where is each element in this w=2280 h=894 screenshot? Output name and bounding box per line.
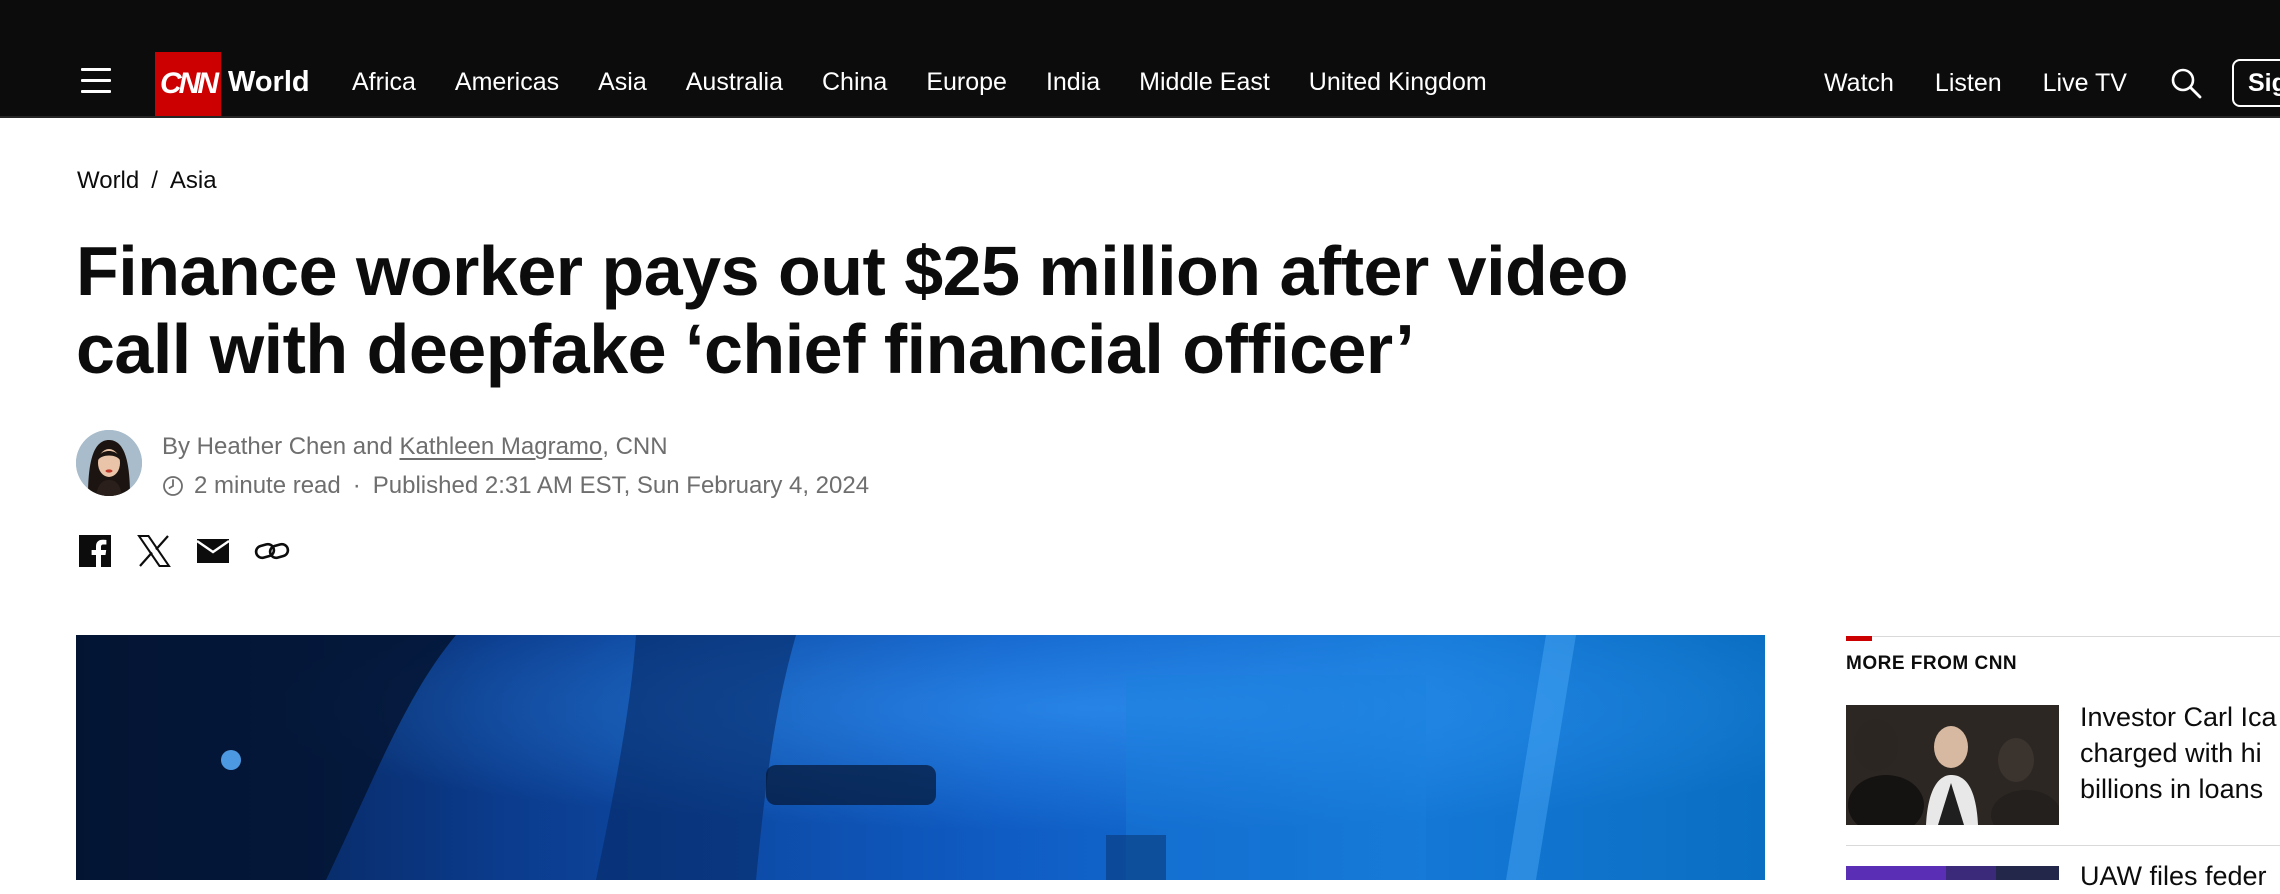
rail-title: MORE FROM CNN xyxy=(1846,653,2018,674)
nav-item-europe[interactable]: Europe xyxy=(926,68,1007,97)
email-icon[interactable] xyxy=(195,533,231,569)
nav-item-americas[interactable]: Americas xyxy=(455,68,559,97)
rail-story-1-line-3: billions in loans xyxy=(2080,774,2264,804)
nav-item-middle-east[interactable]: Middle East xyxy=(1139,68,1270,97)
rail-story-1-line-1: Investor Carl Ica xyxy=(2080,702,2277,732)
breadcrumb-world[interactable]: World xyxy=(77,167,139,194)
byline-prefix: By Heather Chen and xyxy=(162,433,400,460)
rail-divider xyxy=(1846,845,2280,846)
cnn-logo[interactable]: CNN xyxy=(155,52,221,116)
utility-nav: Watch Listen Live TV xyxy=(1824,69,2168,98)
breadcrumb-separator: / xyxy=(151,167,158,194)
nav-item-united-kingdom[interactable]: United Kingdom xyxy=(1309,68,1487,97)
section-nav: Africa Americas Asia Australia China Eur… xyxy=(352,68,1526,97)
rail-story-2-headline[interactable]: UAW files feder xyxy=(2080,858,2280,894)
clock-icon xyxy=(163,476,183,496)
meta-separator: · xyxy=(352,472,361,499)
search-icon[interactable] xyxy=(2170,67,2202,99)
headline-line-1: Finance worker pays out $25 million afte… xyxy=(76,232,1628,310)
published-timestamp: Published 2:31 AM EST, Sun February 4, 2… xyxy=(372,472,870,499)
nav-watch[interactable]: Watch xyxy=(1824,69,1894,98)
rail-accent-bar xyxy=(1846,636,1872,641)
read-time: 2 minute read xyxy=(194,472,341,499)
nav-item-india[interactable]: India xyxy=(1046,68,1100,97)
page-title: Finance worker pays out $25 million afte… xyxy=(76,232,1776,388)
author-avatar[interactable] xyxy=(76,430,142,496)
nav-item-asia[interactable]: Asia xyxy=(598,68,647,97)
rail-story-2-thumbnail[interactable] xyxy=(1846,866,2059,880)
nav-live-tv[interactable]: Live TV xyxy=(2043,69,2127,98)
headline-line-2: call with deepfake ‘chief financial offi… xyxy=(76,310,1415,388)
rail-story-1-headline[interactable]: Investor Carl Ica charged with hi billio… xyxy=(2080,699,2280,807)
author-link[interactable]: Kathleen Magramo xyxy=(399,433,602,460)
nav-item-australia[interactable]: Australia xyxy=(686,68,783,97)
x-twitter-icon[interactable] xyxy=(136,533,172,569)
byline-suffix: , CNN xyxy=(602,433,668,460)
hamburger-menu-icon[interactable] xyxy=(81,68,111,94)
link-icon[interactable] xyxy=(254,533,290,569)
breadcrumb: World / Asia xyxy=(77,167,217,195)
rail-top-divider xyxy=(1872,636,2280,637)
facebook-icon[interactable] xyxy=(77,533,113,569)
byline: By Heather Chen and Kathleen Magramo, CN… xyxy=(162,433,668,461)
section-name[interactable]: World xyxy=(228,66,310,99)
nav-listen[interactable]: Listen xyxy=(1935,69,2002,98)
sign-in-button[interactable]: Sig xyxy=(2232,59,2280,107)
rail-story-2-line-1: UAW files feder xyxy=(2080,861,2267,891)
rail-story-1-line-2: charged with hi xyxy=(2080,738,2262,768)
share-bar xyxy=(77,533,313,569)
top-nav-bar: CNN World Africa Americas Asia Australia… xyxy=(0,0,2280,118)
cnn-logo-text: CNN xyxy=(160,67,219,100)
nav-item-africa[interactable]: Africa xyxy=(352,68,416,97)
rail-story-1-thumbnail[interactable] xyxy=(1846,705,2059,825)
article-meta: 2 minute read · Published 2:31 AM EST, S… xyxy=(162,472,869,500)
breadcrumb-asia[interactable]: Asia xyxy=(170,167,217,194)
nav-item-china[interactable]: China xyxy=(822,68,887,97)
hero-image[interactable] xyxy=(76,635,1765,880)
